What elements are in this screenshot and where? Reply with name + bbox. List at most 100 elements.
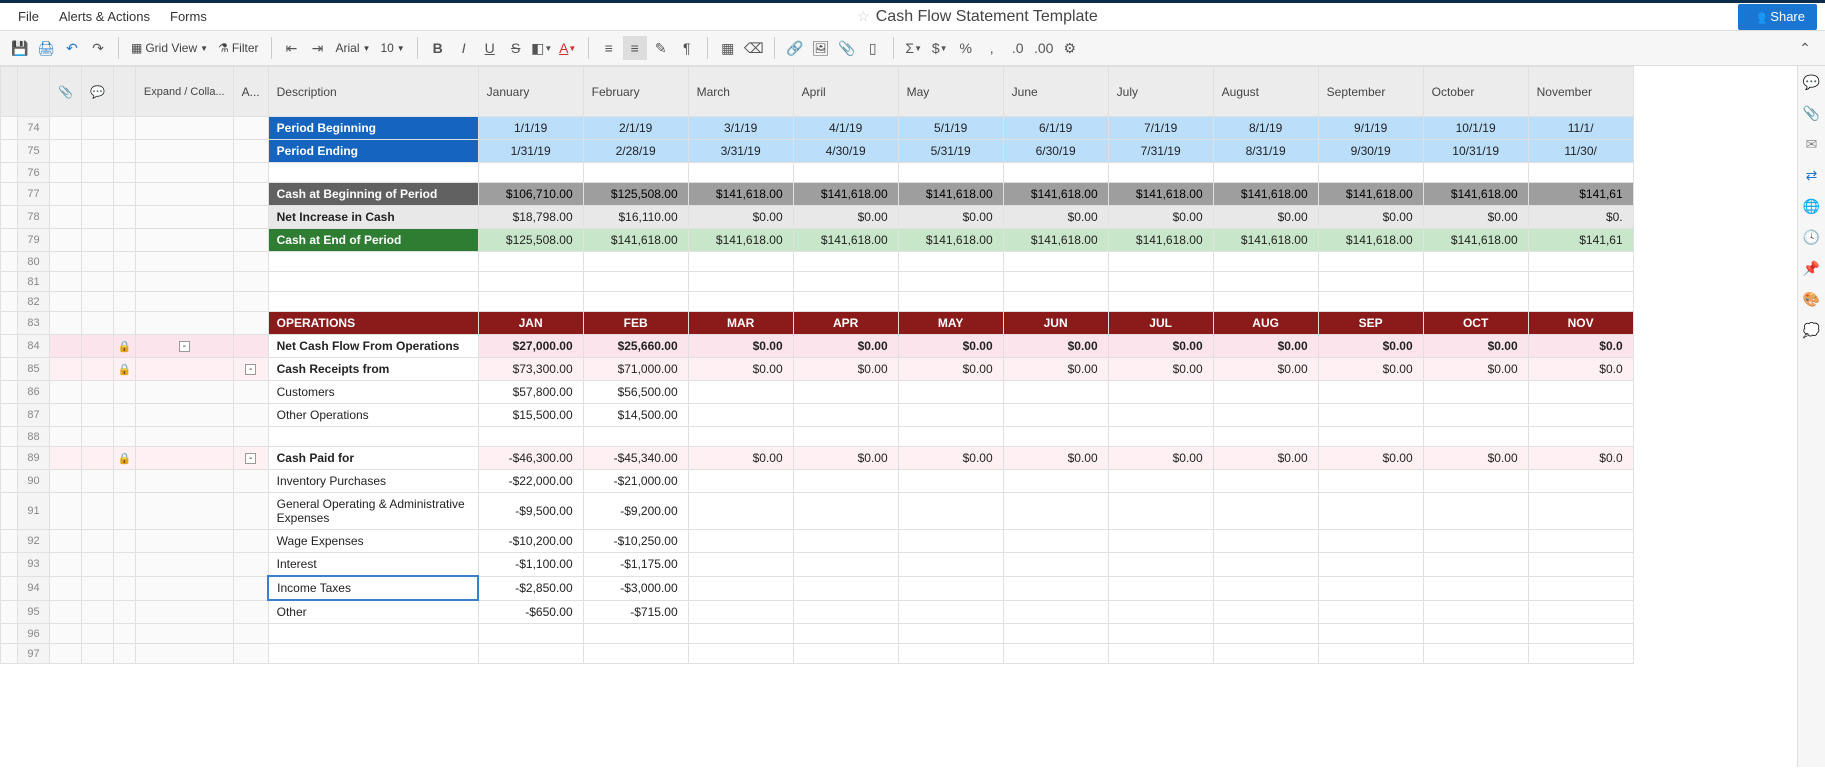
cell-value[interactable]: $0.00	[898, 358, 1003, 381]
more-format-icon[interactable]: ⚙	[1058, 36, 1082, 60]
cell-value[interactable]	[1108, 644, 1213, 664]
cell-value[interactable]	[1108, 576, 1213, 600]
cell-value[interactable]: 8/31/19	[1213, 140, 1318, 163]
percent-icon[interactable]: %	[954, 36, 978, 60]
collapse-toggle[interactable]: -	[179, 341, 190, 352]
cell-value[interactable]: $0.00	[793, 335, 898, 358]
cell-value[interactable]: 1/1/19	[478, 117, 583, 140]
cell-value[interactable]	[1528, 470, 1633, 493]
cell-value[interactable]	[478, 292, 583, 312]
cell-value[interactable]: 3/1/19	[688, 117, 793, 140]
cell-value[interactable]: 9/1/19	[1318, 117, 1423, 140]
cell-value[interactable]: MAR	[688, 312, 793, 335]
star-icon[interactable]: ☆	[857, 8, 870, 25]
cell-value[interactable]	[1318, 644, 1423, 664]
cell-value[interactable]	[688, 381, 793, 404]
cell-value[interactable]: $0.00	[1318, 335, 1423, 358]
cell-value[interactable]	[1003, 493, 1108, 530]
cell-value[interactable]: $141,618.00	[1423, 183, 1528, 206]
undo-icon[interactable]: ↶	[60, 36, 84, 60]
col-month-7[interactable]: August	[1213, 67, 1318, 117]
cell-value[interactable]	[1213, 600, 1318, 624]
cell-value[interactable]	[1213, 252, 1318, 272]
cell-value[interactable]	[1213, 644, 1318, 664]
cell-description[interactable]	[268, 427, 478, 447]
cell-value[interactable]	[1318, 470, 1423, 493]
cell-value[interactable]	[1318, 381, 1423, 404]
cell-value[interactable]: 11/30/	[1528, 140, 1633, 163]
chat-icon[interactable]: 💭	[1803, 322, 1820, 339]
cell-value[interactable]	[1423, 272, 1528, 292]
clear-format-icon[interactable]: ⌫	[742, 36, 766, 60]
row-88[interactable]: 88	[1, 427, 1634, 447]
row-84[interactable]: 84🔒-Net Cash Flow From Operations$27,000…	[1, 335, 1634, 358]
cell-value[interactable]: $141,618.00	[1108, 183, 1213, 206]
row-number[interactable]: 81	[18, 272, 50, 292]
cell-value[interactable]: -$3,000.00	[583, 576, 688, 600]
col-month-10[interactable]: November	[1528, 67, 1633, 117]
cell-value[interactable]	[1213, 553, 1318, 577]
cell-value[interactable]	[1423, 470, 1528, 493]
cell-value[interactable]	[1108, 272, 1213, 292]
cell-value[interactable]: -$9,200.00	[583, 493, 688, 530]
col-month-4[interactable]: May	[898, 67, 1003, 117]
cell-value[interactable]	[793, 576, 898, 600]
cell-value[interactable]	[898, 644, 1003, 664]
cell-value[interactable]	[1423, 553, 1528, 577]
cell-description[interactable]	[268, 163, 478, 183]
cell-value[interactable]	[1318, 252, 1423, 272]
cell-value[interactable]: 5/1/19	[898, 117, 1003, 140]
collapse-toggle[interactable]: -	[245, 453, 256, 464]
cell-value[interactable]	[1423, 252, 1528, 272]
cell-value[interactable]: $0.00	[793, 358, 898, 381]
row-number[interactable]: 96	[18, 624, 50, 644]
sum-icon[interactable]: Σ▼	[902, 36, 926, 60]
cell-value[interactable]: 10/1/19	[1423, 117, 1528, 140]
cell-value[interactable]: $141,618.00	[898, 229, 1003, 252]
row-92[interactable]: 92Wage Expenses-$10,200.00-$10,250.00	[1, 530, 1634, 553]
row-78[interactable]: 78Net Increase in Cash$18,798.00$16,110.…	[1, 206, 1634, 229]
textcolor-icon[interactable]: A▼	[556, 36, 580, 60]
proof-panel-icon[interactable]: ✉	[1806, 136, 1818, 153]
cell-value[interactable]: -$46,300.00	[478, 447, 583, 470]
italic-icon[interactable]: I	[452, 36, 476, 60]
cell-value[interactable]: $0.00	[1423, 447, 1528, 470]
attachments-panel-icon[interactable]: 📎	[1803, 105, 1820, 122]
cell-value[interactable]: $141,618.00	[1213, 183, 1318, 206]
save-icon[interactable]: 💾	[8, 36, 32, 60]
cell-value[interactable]: $0.00	[1213, 358, 1318, 381]
row-79[interactable]: 79Cash at End of Period$125,508.00$141,6…	[1, 229, 1634, 252]
cell-value[interactable]	[688, 600, 793, 624]
cell-value[interactable]	[1213, 404, 1318, 427]
cell-value[interactable]	[1423, 624, 1528, 644]
cell-value[interactable]	[688, 530, 793, 553]
cell-value[interactable]: $141,618.00	[1003, 183, 1108, 206]
cell-value[interactable]: 4/1/19	[793, 117, 898, 140]
row-81[interactable]: 81	[1, 272, 1634, 292]
cell-value[interactable]	[898, 576, 1003, 600]
cell-value[interactable]	[793, 644, 898, 664]
row-number[interactable]: 92	[18, 530, 50, 553]
cell-value[interactable]: $27,000.00	[478, 335, 583, 358]
image-icon[interactable]: 🖼	[809, 36, 833, 60]
comments-panel-icon[interactable]: 💬	[1803, 74, 1820, 91]
cell-value[interactable]: $15,500.00	[478, 404, 583, 427]
cell-value[interactable]	[1213, 427, 1318, 447]
cell-value[interactable]	[1423, 644, 1528, 664]
row-89[interactable]: 89🔒-Cash Paid for-$46,300.00-$45,340.00$…	[1, 447, 1634, 470]
cell-value[interactable]	[1213, 493, 1318, 530]
currency-icon[interactable]: $▼	[928, 36, 952, 60]
cell-value[interactable]	[793, 292, 898, 312]
cell-value[interactable]	[1528, 292, 1633, 312]
wrap-icon[interactable]: ¶	[675, 36, 699, 60]
cell-value[interactable]	[1318, 600, 1423, 624]
row-number[interactable]: 95	[18, 600, 50, 624]
cell-value[interactable]	[478, 624, 583, 644]
cell-value[interactable]	[1108, 427, 1213, 447]
cell-value[interactable]	[478, 644, 583, 664]
cell-value[interactable]: $0.00	[898, 206, 1003, 229]
cell-value[interactable]: $0.00	[688, 358, 793, 381]
cell-value[interactable]	[478, 163, 583, 183]
cell-description[interactable]: Wage Expenses	[268, 530, 478, 553]
row-number[interactable]: 78	[18, 206, 50, 229]
